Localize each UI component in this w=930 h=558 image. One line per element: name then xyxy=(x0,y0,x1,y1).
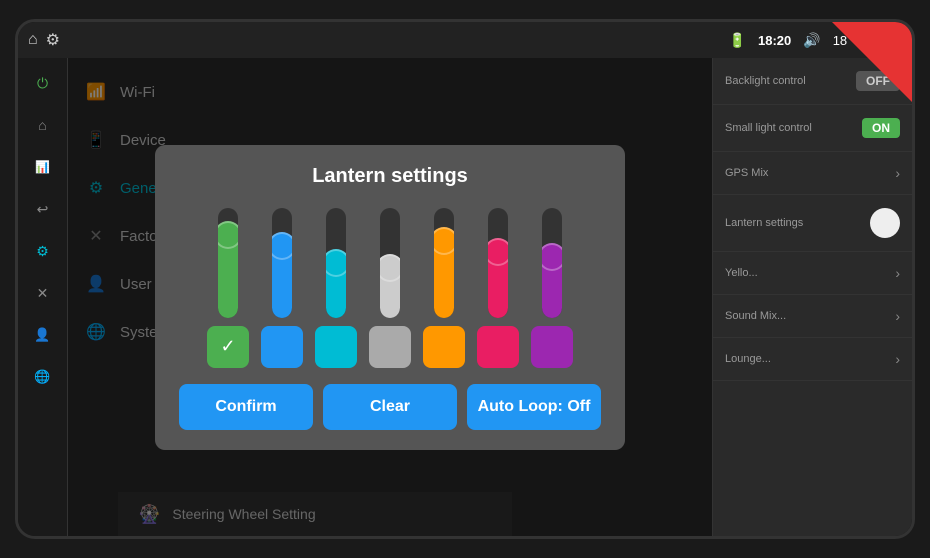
right-item-small-light: Small light control ON xyxy=(713,105,912,152)
right-item-yellow[interactable]: Yello... › xyxy=(713,252,912,295)
sidebar-item-settings[interactable]: ⚙ xyxy=(28,236,58,266)
color-dot-white[interactable] xyxy=(369,326,411,368)
sidebar-item-power[interactable]: ⏻ xyxy=(28,68,58,98)
auto-loop-button[interactable]: Auto Loop: Off xyxy=(467,384,601,430)
slider-col-green: ✓ xyxy=(207,208,249,368)
sidebar-item-system[interactable]: 🌐 xyxy=(28,362,58,392)
slider-col-pink xyxy=(477,208,519,368)
sidebar-item-user[interactable]: 👤 xyxy=(28,320,58,350)
home-icon-top[interactable]: ⌂ xyxy=(28,31,38,49)
yellow-label: Yello... xyxy=(725,267,758,279)
slider-track-blue[interactable] xyxy=(272,208,292,318)
battery-icon: 🔋 xyxy=(729,32,746,49)
slider-thumb-cyan[interactable] xyxy=(326,249,346,277)
slider-thumb-orange[interactable] xyxy=(434,227,454,255)
sound-chevron: › xyxy=(895,308,900,324)
color-dot-blue[interactable] xyxy=(261,326,303,368)
lounge-chevron: › xyxy=(895,351,900,367)
slider-track-pink[interactable] xyxy=(488,208,508,318)
slider-thumb-pink[interactable] xyxy=(488,238,508,266)
color-dot-cyan[interactable] xyxy=(315,326,357,368)
sound-label: Sound Mix... xyxy=(725,310,786,322)
volume-icon: 🔊 xyxy=(803,32,820,49)
right-panel: Backlight control OFF Small light contro… xyxy=(712,58,912,536)
sidebar-item-home[interactable]: ⌂ xyxy=(28,110,58,140)
content-area: 📶 Wi-Fi 📱 Device ⚙ Gene... ✕ Factory 👤 xyxy=(68,58,712,536)
slider-col-orange xyxy=(423,208,465,368)
sidebar-item-tools[interactable]: ✕ xyxy=(28,278,58,308)
small-light-label: Small light control xyxy=(725,122,812,134)
slider-col-cyan xyxy=(315,208,357,368)
right-item-gps[interactable]: GPS Mix › xyxy=(713,152,912,195)
small-light-toggle[interactable]: ON xyxy=(862,118,900,138)
color-dot-orange[interactable] xyxy=(423,326,465,368)
status-left: ⌂ ⚙ xyxy=(28,30,60,50)
slider-col-purple xyxy=(531,208,573,368)
main-area: ⏻ ⌂ 📊 ↩ ⚙ ✕ 👤 🌐 📶 Wi-Fi 📱 Device ⚙ xyxy=(18,58,912,536)
color-dot-pink[interactable] xyxy=(477,326,519,368)
right-item-sound[interactable]: Sound Mix... › xyxy=(713,295,912,338)
settings-icon-top[interactable]: ⚙ xyxy=(46,30,60,50)
confirm-button[interactable]: Confirm xyxy=(179,384,313,430)
slider-thumb-green[interactable] xyxy=(218,221,238,249)
slider-track-orange[interactable] xyxy=(434,208,454,318)
device-frame: REMOVE MIC RST ⌂ ⚙ 🔋 18:20 🔊 18 ⬜ ↩ ⏻ xyxy=(15,19,915,539)
slider-track-purple[interactable] xyxy=(542,208,562,318)
slider-track-white[interactable] xyxy=(380,208,400,318)
slider-col-white xyxy=(369,208,411,368)
backlight-label: Backlight control xyxy=(725,75,806,87)
gps-label: GPS Mix xyxy=(725,167,768,179)
slider-track-green[interactable] xyxy=(218,208,238,318)
slider-col-blue xyxy=(261,208,303,368)
round-knob[interactable] xyxy=(870,208,900,238)
remove-label: REMOVE xyxy=(885,19,915,43)
slider-thumb-white[interactable] xyxy=(380,254,400,282)
sidebar-item-display[interactable]: 📊 xyxy=(28,152,58,182)
status-bar: ⌂ ⚙ 🔋 18:20 🔊 18 ⬜ ↩ xyxy=(18,22,912,58)
slider-track-cyan[interactable] xyxy=(326,208,346,318)
gps-chevron: › xyxy=(895,165,900,181)
buttons-row: Confirm Clear Auto Loop: Off xyxy=(179,384,601,430)
lantern-label: Lantern settings xyxy=(725,217,803,229)
modal-box: Lantern settings ✓ xyxy=(155,145,625,450)
color-dot-green[interactable]: ✓ xyxy=(207,326,249,368)
lounge-label: Lounge... xyxy=(725,353,771,365)
right-item-lantern[interactable]: Lantern settings xyxy=(713,195,912,252)
modal-title: Lantern settings xyxy=(179,165,601,188)
slider-thumb-purple[interactable] xyxy=(542,243,562,271)
modal-overlay: Lantern settings ✓ xyxy=(68,58,712,536)
time-display: 18:20 xyxy=(758,33,791,48)
left-sidebar: ⏻ ⌂ 📊 ↩ ⚙ ✕ 👤 🌐 xyxy=(18,58,68,536)
clear-button[interactable]: Clear xyxy=(323,384,457,430)
sidebar-item-back[interactable]: ↩ xyxy=(28,194,58,224)
right-item-lounge[interactable]: Lounge... › xyxy=(713,338,912,381)
yellow-chevron: › xyxy=(895,265,900,281)
color-dot-purple[interactable] xyxy=(531,326,573,368)
sliders-container: ✓ xyxy=(179,208,601,368)
slider-thumb-blue[interactable] xyxy=(272,232,292,260)
